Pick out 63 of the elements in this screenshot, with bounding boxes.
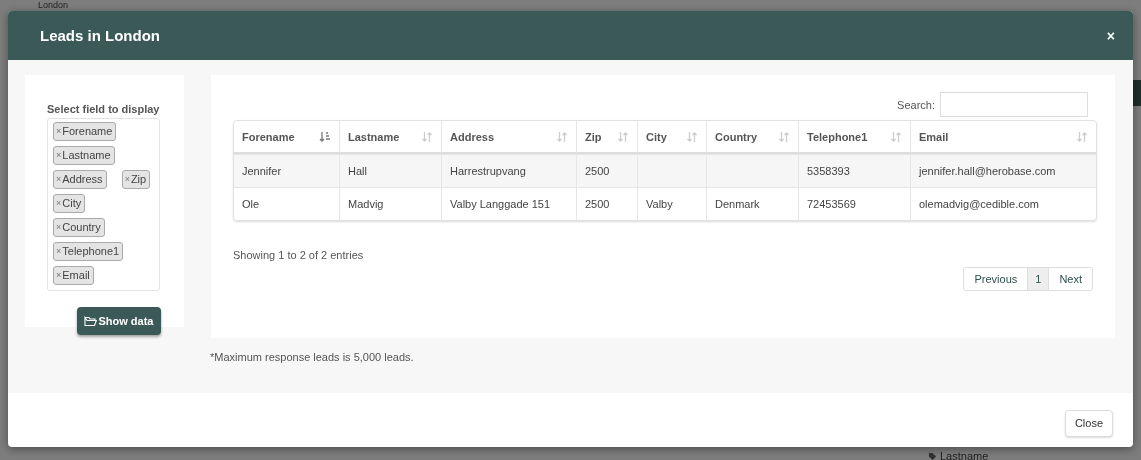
field-tag[interactable]: ×Forename <box>53 122 117 141</box>
remove-icon[interactable]: × <box>56 148 62 163</box>
remove-icon[interactable]: × <box>124 172 130 187</box>
column-header[interactable]: Zip <box>576 121 637 152</box>
page-heading: London <box>38 0 69 10</box>
remove-icon[interactable]: × <box>56 196 62 211</box>
column-header[interactable]: City <box>637 121 706 152</box>
tag-label: Email <box>62 268 90 283</box>
modal-title: Leads in London <box>40 27 160 44</box>
column-header[interactable]: Lastname <box>339 121 441 152</box>
field-tag[interactable]: ×Address <box>53 170 107 189</box>
table-cell: Valby Langgade 151 <box>450 198 551 210</box>
tag-icon <box>928 451 937 460</box>
column-header[interactable]: Country <box>706 121 798 152</box>
close-button[interactable]: Close <box>1064 409 1113 437</box>
search-label: Search: <box>897 98 935 111</box>
search-field[interactable] <box>940 92 1088 117</box>
table-cell: jennifer.hall@herobase.com <box>919 165 1056 177</box>
pagination-button[interactable]: 1 <box>1027 267 1050 291</box>
table-cell: Ole <box>242 198 260 210</box>
note-text: *Maximum response leads is 5,000 leads. <box>210 351 415 363</box>
table-cell: Jennifer <box>242 165 282 177</box>
field-tag[interactable]: ×Email <box>53 266 94 285</box>
tag-label: Lastname <box>62 148 111 163</box>
tag-label: Country <box>62 220 101 235</box>
field-tag[interactable]: ×Lastname <box>53 146 115 165</box>
tag-label: Lastname <box>940 450 989 460</box>
show-data-button[interactable]: Show data <box>77 307 161 335</box>
table-cell: 72453569 <box>807 198 856 210</box>
tag-label: City <box>62 196 82 211</box>
table-cell: Denmark <box>715 198 760 210</box>
field-label: Select field to display <box>47 103 161 115</box>
column-header[interactable]: Forename <box>234 121 339 152</box>
column-header[interactable]: Address <box>441 121 576 152</box>
tag-label: Forename <box>62 124 113 139</box>
column-header[interactable]: Telephone1 <box>798 121 910 152</box>
table-cell: Valby <box>646 198 673 210</box>
field-tag[interactable]: ×Country <box>53 218 105 237</box>
close-button[interactable]: × <box>1106 27 1115 44</box>
remove-icon[interactable]: × <box>56 268 62 283</box>
table-cell: 2500 <box>585 198 610 210</box>
table-cell: 2500 <box>585 165 610 177</box>
pagination-button[interactable]: Next <box>1048 267 1093 291</box>
table-cell: Harrestrupvang <box>450 165 526 177</box>
remove-icon[interactable]: × <box>56 172 62 187</box>
tag-label: Address <box>62 172 103 187</box>
pagination-button[interactable]: Previous <box>963 267 1029 291</box>
table-cell: olemadvig@cedible.com <box>919 198 1039 210</box>
field-tag[interactable]: ×Zip <box>121 170 151 189</box>
table-cell: Madvig <box>348 198 384 210</box>
table-cell: 5358393 <box>807 165 850 177</box>
entries-info: Showing 1 to 2 of 2 entries <box>233 249 365 261</box>
tag-label: Zip <box>130 172 147 187</box>
remove-icon[interactable]: × <box>56 124 62 139</box>
field-tag[interactable]: ×City <box>53 194 86 213</box>
column-header[interactable]: Email <box>910 121 1096 152</box>
tag-label: Telephone1 <box>62 244 120 259</box>
remove-icon[interactable]: × <box>56 244 62 259</box>
table-cell: Hall <box>348 165 367 177</box>
remove-icon[interactable]: × <box>56 220 62 235</box>
folder-icon <box>84 315 98 327</box>
field-tag[interactable]: ×Telephone1 <box>53 242 124 261</box>
field-select[interactable]: ×Forename ×Lastname ×Address ×Zip ×City ×Country ×Telephone1 ×Email <box>47 118 160 291</box>
